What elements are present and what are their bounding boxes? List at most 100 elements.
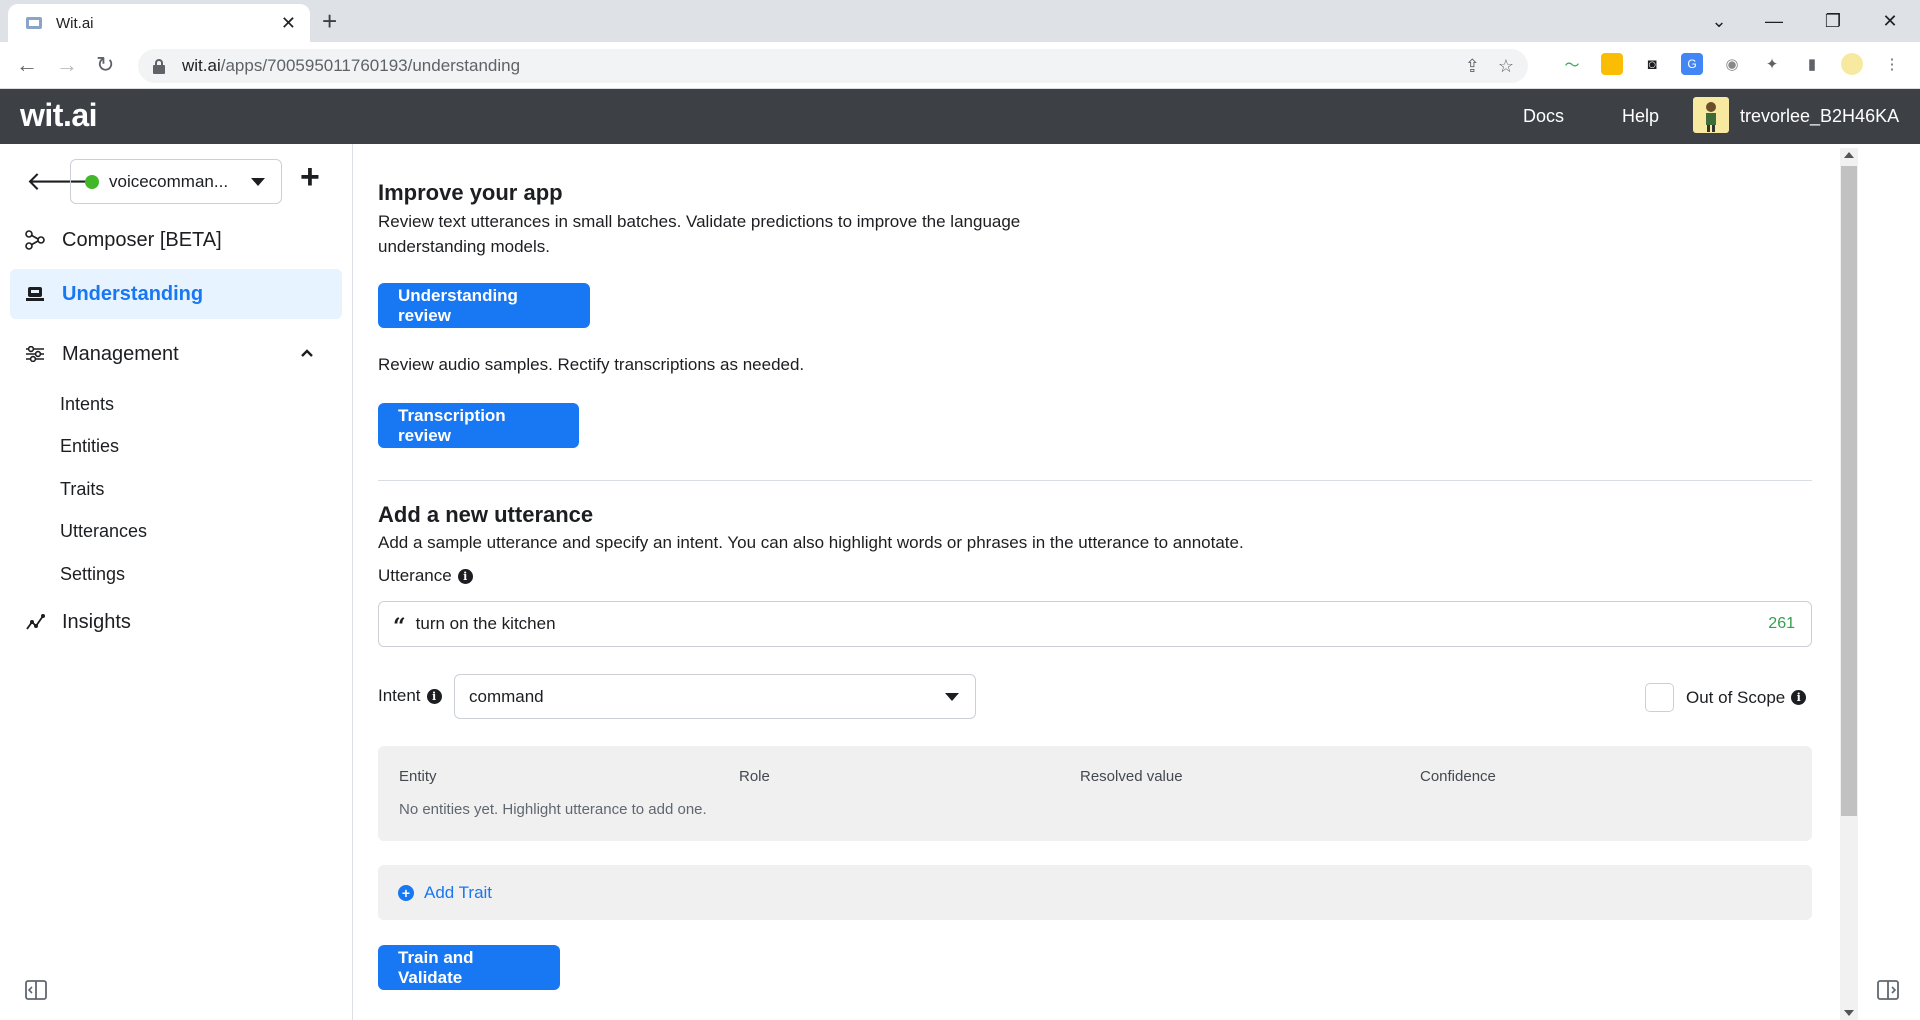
extension-notes-icon[interactable] — [1601, 53, 1623, 75]
profile-avatar-icon[interactable] — [1841, 53, 1863, 75]
understanding-icon — [24, 283, 46, 305]
confidence-column-header: Confidence — [1420, 768, 1496, 785]
page-scrollbar[interactable] — [1840, 148, 1858, 1020]
window-close-icon[interactable]: ✕ — [1865, 0, 1915, 42]
sidebar-item-management[interactable]: Management — [10, 329, 342, 379]
add-utterance-description: Add a sample utterance and specify an in… — [378, 533, 1244, 552]
out-of-scope-control: Out of Scope i — [1645, 683, 1807, 712]
sidebar-item-understanding[interactable]: Understanding — [10, 269, 342, 319]
management-icon — [24, 343, 46, 365]
scroll-up-icon[interactable] — [1844, 152, 1854, 158]
browser-tabstrip: Wit.ai ✕ + ⌄ — ❐ ✕ — [0, 0, 1920, 42]
browser-tab[interactable]: Wit.ai ✕ — [8, 4, 310, 42]
extension-ghost-icon[interactable]: ◙ — [1641, 53, 1663, 75]
out-of-scope-label: Out of Scope — [1686, 687, 1786, 707]
char-count: 261 — [1768, 615, 1795, 632]
bookmark-star-icon[interactable]: ☆ — [1498, 56, 1514, 77]
user-avatar-image — [1706, 102, 1716, 132]
improve-description: Review text utterances in small batches.… — [378, 212, 1021, 256]
out-of-scope-checkbox[interactable] — [1645, 683, 1674, 712]
help-link[interactable]: Help — [1622, 106, 1659, 127]
entities-empty-message: No entities yet. Highlight utterance to … — [399, 801, 707, 818]
utterance-input[interactable]: “ turn on the kitchen 261 — [378, 601, 1812, 647]
url-text: wit.ai/apps/700595011760193/understandin… — [182, 56, 520, 76]
reload-icon[interactable]: ↻ — [96, 52, 114, 78]
tab-search-icon[interactable]: ⌄ — [1694, 0, 1744, 42]
sidebar-item-label: Insights — [62, 610, 131, 633]
tab-title: Wit.ai — [56, 14, 94, 32]
sidebar-subitem-entities[interactable]: Entities — [60, 436, 119, 457]
docs-link[interactable]: Docs — [1523, 106, 1564, 127]
utterance-text: turn on the kitchen — [415, 614, 556, 633]
sidebar-subitem-settings[interactable]: Settings — [60, 564, 125, 585]
extensions-puzzle-icon[interactable]: ✦ — [1761, 53, 1783, 75]
sidebar: 🡐 voicecomman... + Composer [BETA] Under… — [0, 144, 353, 1020]
minimize-icon[interactable]: — — [1749, 0, 1799, 42]
app-header: wit.ai Docs Help trevorlee_B2H46KA — [0, 89, 1920, 144]
train-validate-button[interactable]: Train and Validate — [378, 945, 560, 990]
resolved-value-column-header: Resolved value — [1080, 768, 1183, 785]
intent-label: Intent i — [378, 686, 442, 706]
app-selector[interactable]: voicecomman... — [70, 159, 282, 204]
entity-column-header: Entity — [399, 768, 437, 785]
forward-icon[interactable]: → — [56, 52, 78, 78]
extension-pulse-icon[interactable]: 〜 — [1561, 53, 1583, 75]
scrollbar-thumb[interactable] — [1841, 166, 1857, 816]
intent-value: command — [469, 686, 544, 706]
add-trait-button[interactable]: + Add Trait — [378, 865, 1812, 920]
translate-icon[interactable]: G — [1681, 53, 1703, 75]
sidebar-item-insights[interactable]: Insights — [10, 597, 342, 647]
wit-logo[interactable]: wit.ai — [20, 97, 98, 134]
sidebar-subitem-traits[interactable]: Traits — [60, 479, 104, 500]
intent-select[interactable]: command — [454, 674, 976, 719]
wit-favicon-icon — [26, 17, 42, 29]
entities-table: Entity Role Resolved value Confidence No… — [378, 746, 1812, 841]
chevron-down-icon — [945, 692, 959, 701]
understanding-review-button[interactable]: Understanding review — [378, 283, 590, 328]
restore-icon[interactable]: ❐ — [1808, 0, 1858, 42]
collapse-right-panel-icon[interactable] — [1876, 978, 1900, 1002]
intent-label-text: Intent — [378, 686, 421, 705]
side-panel-icon[interactable]: ▮ — [1801, 53, 1823, 75]
close-tab-icon[interactable]: ✕ — [281, 13, 296, 34]
sidebar-item-label: Composer [BETA] — [62, 228, 222, 251]
back-icon[interactable]: ← — [16, 52, 38, 78]
url-host: wit.ai — [182, 56, 221, 75]
info-icon[interactable]: i — [457, 568, 473, 584]
add-app-icon[interactable]: + — [300, 158, 320, 197]
new-tab-icon[interactable]: + — [322, 6, 337, 37]
section-divider — [378, 480, 1812, 481]
add-utterance-title: Add a new utterance — [378, 502, 594, 527]
app-name: voicecomman... — [109, 171, 229, 191]
audio-description: Review audio samples. Rectify transcript… — [378, 355, 805, 374]
improve-title: Improve your app — [378, 180, 563, 205]
main-content: Improve your app Review text utterances … — [354, 144, 1840, 1020]
collapse-sidebar-icon[interactable] — [24, 978, 48, 1002]
role-column-header: Role — [739, 768, 770, 785]
sidebar-item-label: Management — [62, 342, 179, 365]
sidebar-item-label: Understanding — [62, 282, 204, 305]
menu-kebab-icon[interactable]: ⋮ — [1881, 53, 1903, 75]
composer-icon — [24, 229, 46, 251]
utterance-label-text: Utterance — [378, 566, 452, 585]
sidebar-subitem-utterances[interactable]: Utterances — [60, 521, 147, 542]
chevron-down-icon — [251, 177, 265, 186]
username[interactable]: trevorlee_B2H46KA — [1740, 106, 1899, 127]
info-icon[interactable]: i — [426, 688, 442, 704]
quote-icon: “ — [393, 614, 406, 640]
user-avatar[interactable] — [1693, 97, 1729, 133]
insights-icon — [24, 611, 46, 633]
sidebar-subitem-intents[interactable]: Intents — [60, 394, 114, 415]
extension-circle-icon[interactable]: ◉ — [1721, 53, 1743, 75]
share-icon[interactable]: ⇪ — [1465, 56, 1480, 77]
sidebar-item-composer[interactable]: Composer [BETA] — [10, 215, 342, 265]
info-icon[interactable]: i — [1791, 690, 1807, 705]
plus-circle-icon: + — [398, 884, 414, 901]
app-status-dot — [85, 174, 99, 189]
address-bar[interactable]: wit.ai/apps/700595011760193/understandin… — [138, 49, 1528, 83]
chevron-up-icon[interactable] — [300, 345, 314, 363]
transcription-review-button[interactable]: Transcription review — [378, 403, 579, 448]
add-trait-label: Add Trait — [424, 882, 493, 902]
scroll-down-icon[interactable] — [1844, 1010, 1854, 1016]
lock-icon — [153, 59, 165, 74]
